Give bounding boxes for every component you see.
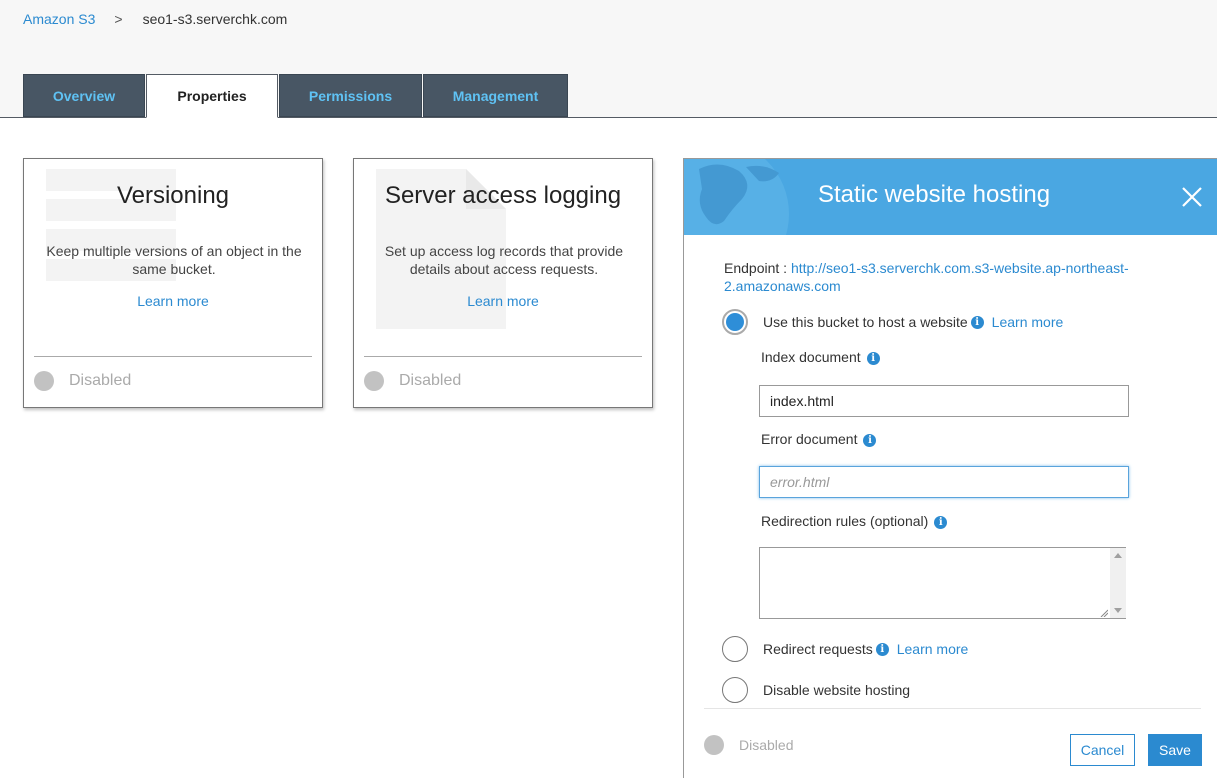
versioning-status-text: Disabled	[69, 372, 132, 389]
status-dot-icon	[704, 735, 724, 755]
panel-title: Static website hosting	[817, 181, 1051, 208]
logging-title: Server access logging	[384, 182, 622, 209]
redirection-rules-textarea[interactable]	[759, 547, 1126, 619]
host-website-radio[interactable]	[722, 309, 748, 335]
info-icon[interactable]: i	[866, 352, 880, 365]
breadcrumb-current: seo1-s3.serverchk.com	[142, 11, 288, 27]
server-access-logging-card[interactable]: Server access logging Set up access log …	[353, 158, 653, 408]
logging-learn-more-link[interactable]: Learn more	[354, 293, 652, 309]
redirect-requests-learn-more-link[interactable]: Learn more	[897, 641, 969, 657]
hosting-status: Disabled	[704, 735, 793, 755]
redirection-rules-label: Redirection rules (optional)	[761, 513, 929, 529]
logging-status-text: Disabled	[399, 372, 462, 389]
tab-properties[interactable]: Properties	[146, 74, 278, 118]
hosting-status-text: Disabled	[739, 737, 794, 753]
host-website-learn-more-link[interactable]: Learn more	[992, 314, 1064, 330]
versioning-title: Versioning	[116, 182, 230, 209]
logging-description: Set up access log records that provide d…	[384, 243, 624, 277]
tab-overview[interactable]: Overview	[23, 74, 145, 117]
info-icon[interactable]: i	[934, 516, 948, 529]
breadcrumb: Amazon S3 > seo1-s3.serverchk.com	[23, 11, 287, 27]
option-host-website[interactable]: Use this bucket to host a website i Lear…	[722, 309, 1063, 335]
disable-hosting-radio[interactable]	[722, 677, 748, 703]
redirection-rules-label-row: Redirection rules (optional) i	[761, 513, 948, 529]
close-icon[interactable]	[1180, 185, 1204, 209]
textarea-scrollbar[interactable]	[1110, 548, 1126, 618]
status-dot-icon	[34, 371, 54, 391]
versioning-status: Disabled	[34, 371, 131, 391]
divider	[34, 356, 312, 357]
resize-grip-icon[interactable]	[1100, 609, 1108, 617]
index-document-label: Index document	[761, 349, 861, 365]
scroll-down-arrow-icon[interactable]	[1114, 608, 1122, 613]
option-redirect-requests[interactable]: Redirect requests i Learn more	[722, 636, 968, 662]
endpoint-info: Endpoint : http://seo1-s3.serverchk.com.…	[724, 259, 1144, 295]
cancel-button[interactable]: Cancel	[1070, 734, 1135, 766]
disable-hosting-label: Disable website hosting	[763, 682, 911, 698]
status-dot-icon	[364, 371, 384, 391]
scroll-up-arrow-icon[interactable]	[1114, 553, 1122, 558]
redirect-requests-radio[interactable]	[722, 636, 748, 662]
breadcrumb-root-link[interactable]: Amazon S3	[23, 11, 95, 27]
breadcrumb-separator: >	[114, 11, 123, 27]
info-icon[interactable]: i	[875, 642, 889, 656]
panel-header: Static website hosting	[684, 159, 1217, 235]
versioning-learn-more-link[interactable]: Learn more	[24, 293, 322, 309]
divider	[704, 708, 1201, 709]
save-button[interactable]: Save	[1148, 734, 1202, 766]
error-document-label-row: Error document i	[761, 431, 877, 447]
info-icon[interactable]: i	[863, 434, 877, 447]
error-document-label: Error document	[761, 431, 858, 447]
tab-bar: Overview Properties Permissions Manageme…	[23, 74, 569, 118]
divider	[364, 356, 642, 357]
info-icon[interactable]: i	[970, 315, 984, 329]
logging-status: Disabled	[364, 371, 461, 391]
endpoint-label: Endpoint :	[724, 260, 788, 276]
tab-permissions[interactable]: Permissions	[279, 74, 422, 117]
index-document-input[interactable]	[759, 385, 1129, 417]
host-website-label: Use this bucket to host a website	[763, 314, 968, 330]
static-website-hosting-panel: Static website hosting Endpoint : http:/…	[683, 158, 1217, 778]
top-bar: Amazon S3 > seo1-s3.serverchk.com Overvi…	[0, 0, 1217, 118]
redirect-requests-label: Redirect requests	[763, 641, 873, 657]
versioning-card[interactable]: Versioning Keep multiple versions of an …	[23, 158, 323, 408]
index-document-label-row: Index document i	[761, 349, 880, 365]
tab-management[interactable]: Management	[423, 74, 568, 117]
option-disable-hosting[interactable]: Disable website hosting	[722, 677, 910, 703]
error-document-input[interactable]	[759, 466, 1129, 498]
versioning-description: Keep multiple versions of an object in t…	[46, 243, 302, 277]
